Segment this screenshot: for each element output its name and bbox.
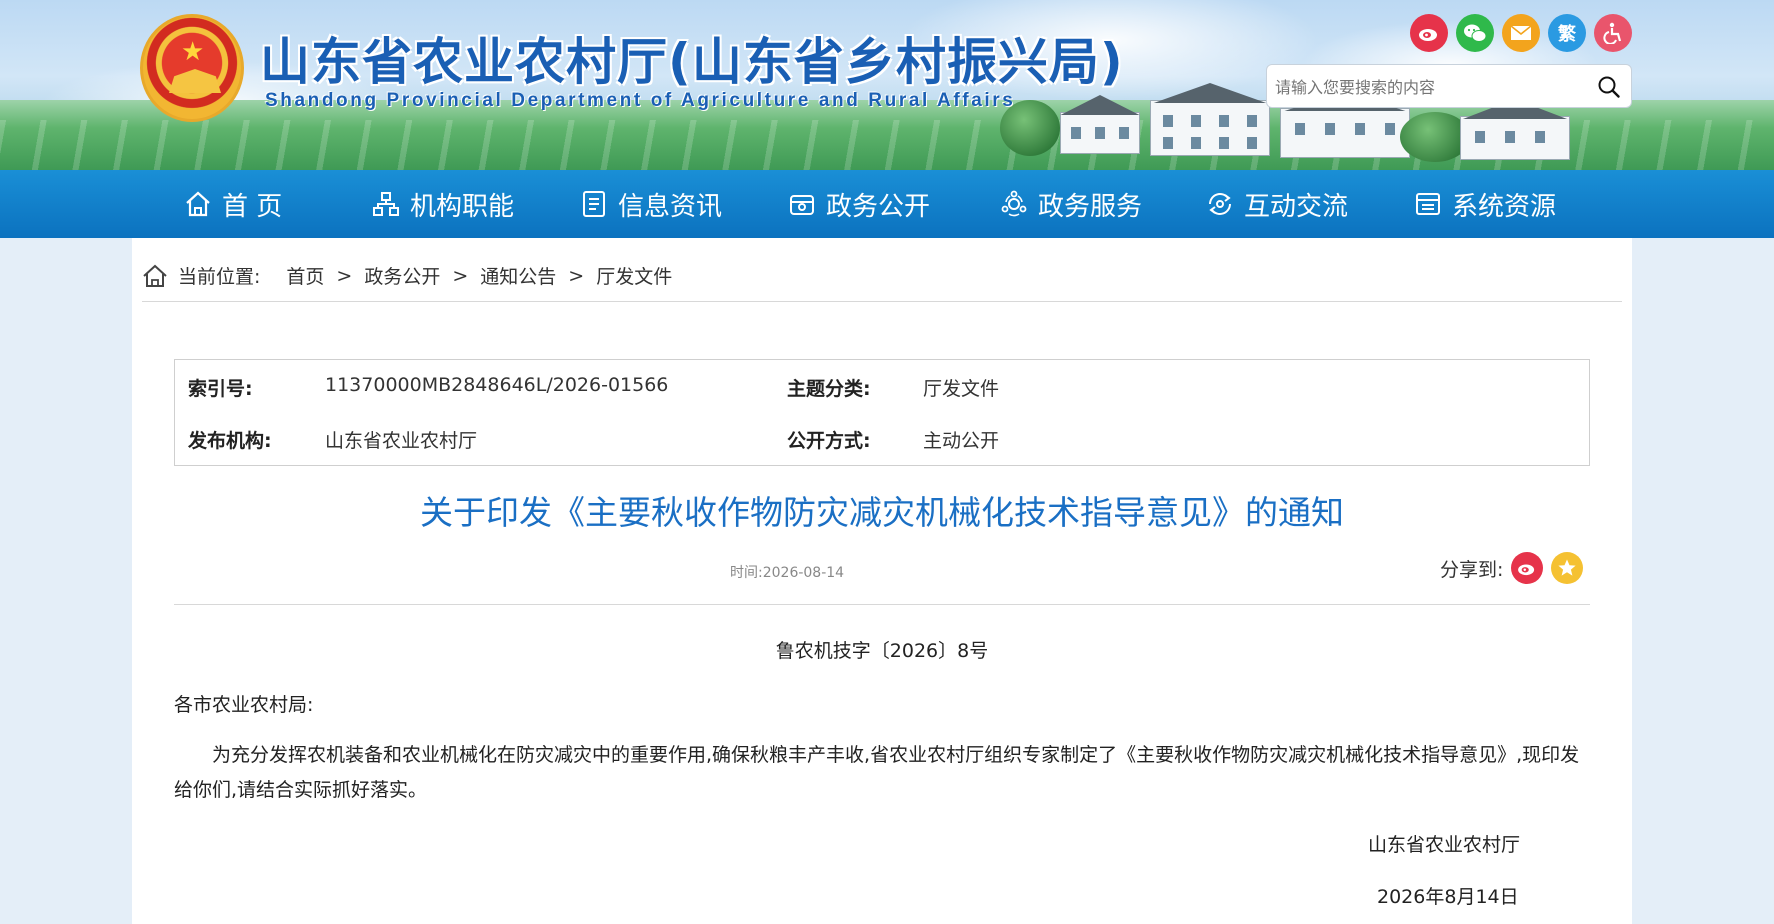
meta-publisher-key: 发布机构: bbox=[188, 430, 272, 452]
nav-item-interaction[interactable]: 互动交流 bbox=[1206, 170, 1348, 238]
meta-disclosure-key: 公开方式: bbox=[787, 430, 871, 452]
meta-index-value: 11370000MB2848646L/2026-01566 bbox=[325, 374, 669, 396]
banner-house bbox=[1280, 91, 1410, 158]
breadcrumb-link-notices[interactable]: 通知公告 bbox=[480, 262, 556, 289]
nav-item-label: 机构职能 bbox=[410, 191, 515, 222]
nav-item-government-affairs[interactable]: 政务公开 bbox=[788, 170, 930, 238]
banner-house bbox=[1060, 95, 1140, 154]
location-home-icon bbox=[143, 264, 167, 287]
share-bar: 分享到: bbox=[1440, 552, 1584, 584]
national-emblem-logo: ★ bbox=[140, 14, 244, 122]
weibo-icon[interactable] bbox=[1410, 14, 1448, 52]
main-content: 当前位置: 首页 > 政务公开 > 通知公告 > 厅发文件 索引号: 11370… bbox=[132, 238, 1632, 924]
nav-item-label: 政务服务 bbox=[1038, 191, 1143, 222]
site-title: 山东省农业农村厅(山东省乡村振兴局) bbox=[260, 33, 1124, 91]
breadcrumb: 当前位置: 首页 > 政务公开 > 通知公告 > 厅发文件 bbox=[142, 262, 672, 289]
wechat-icon[interactable] bbox=[1456, 14, 1494, 52]
share-label: 分享到: bbox=[1440, 558, 1504, 581]
nav-item-label: 首 页 bbox=[222, 191, 283, 222]
main-nav: 首 页 机构职能 信息资讯 政务公开 政务服务 互动交流 系统资源 bbox=[0, 170, 1774, 238]
home-icon bbox=[186, 191, 210, 217]
breadcrumb-separator: > bbox=[336, 264, 353, 287]
breadcrumb-label: 当前位置: bbox=[178, 266, 261, 288]
open-box-icon bbox=[790, 195, 814, 215]
nav-item-label: 互动交流 bbox=[1244, 191, 1349, 222]
nav-item-organization[interactable]: 机构职能 bbox=[372, 170, 514, 238]
document-icon bbox=[583, 191, 605, 217]
banner-house bbox=[1150, 83, 1270, 156]
breadcrumb-separator: > bbox=[452, 264, 469, 287]
signature-organization: 山东省农业农村厅 bbox=[1368, 834, 1521, 856]
header-banner: ★ 山东省农业农村厅(山东省乡村振兴局) Shandong Provincial… bbox=[0, 0, 1774, 170]
nav-item-label: 信息资讯 bbox=[618, 191, 723, 222]
interaction-icon bbox=[1209, 193, 1231, 215]
nav-item-label: 系统资源 bbox=[1452, 191, 1557, 222]
nav-item-news[interactable]: 信息资讯 bbox=[580, 170, 722, 238]
nav-item-services[interactable]: 政务服务 bbox=[1000, 170, 1142, 238]
search-box bbox=[1266, 64, 1632, 108]
search-icon bbox=[1598, 76, 1620, 98]
nav-item-home[interactable]: 首 页 bbox=[184, 170, 282, 238]
mail-icon[interactable] bbox=[1502, 14, 1540, 52]
breadcrumb-link-government-affairs[interactable]: 政务公开 bbox=[364, 262, 440, 289]
salutation: 各市农业农村局: bbox=[174, 694, 314, 716]
body-paragraph: 为充分发挥农机装备和农业机械化在防灾减灾中的重要作用,确保秋粮丰产丰收,省农业农… bbox=[174, 744, 1580, 801]
breadcrumb-divider bbox=[142, 301, 1622, 302]
meta-disclosure-value: 主动公开 bbox=[923, 430, 1000, 452]
service-icon bbox=[1001, 190, 1027, 217]
nav-item-label: 政务公开 bbox=[826, 191, 931, 222]
content-divider bbox=[174, 604, 1590, 605]
top-icon-bar: 繁 bbox=[1410, 14, 1632, 52]
document-number: 鲁农机技字〔2026〕8号 bbox=[775, 640, 989, 662]
breadcrumb-link-department-documents[interactable]: 厅发文件 bbox=[596, 262, 672, 289]
breadcrumb-link-home[interactable]: 首页 bbox=[286, 262, 324, 289]
org-chart-icon bbox=[373, 192, 399, 216]
meta-index-key: 索引号: bbox=[188, 378, 253, 400]
signature-date: 2026年8月14日 bbox=[1377, 886, 1519, 908]
share-favorite-icon[interactable] bbox=[1551, 552, 1584, 584]
meta-publisher-value: 山东省农业农村厅 bbox=[325, 430, 478, 452]
accessibility-icon[interactable] bbox=[1594, 14, 1632, 52]
breadcrumb-separator: > bbox=[568, 264, 585, 287]
site-subtitle: Shandong Provincial Department of Agricu… bbox=[265, 90, 1016, 111]
search-button[interactable] bbox=[1593, 71, 1625, 103]
search-input[interactable] bbox=[1275, 75, 1575, 99]
banner-house bbox=[1460, 99, 1570, 160]
nav-item-system-resources[interactable]: 系统资源 bbox=[1414, 170, 1556, 238]
system-icon bbox=[1416, 193, 1440, 215]
share-weibo-icon[interactable] bbox=[1511, 552, 1544, 584]
document-meta-table: 索引号: 11370000MB2848646L/2026-01566 主题分类:… bbox=[174, 359, 1590, 466]
meta-category-key: 主题分类: bbox=[787, 378, 871, 400]
meta-category-value: 厅发文件 bbox=[923, 378, 1000, 400]
traditional-chinese-icon[interactable]: 繁 bbox=[1548, 14, 1586, 52]
article-title: 关于印发《主要秋收作物防灾减灾机械化技术指导意见》的通知 bbox=[420, 493, 1344, 532]
publish-time: 时间:2026-08-14 bbox=[730, 565, 845, 581]
